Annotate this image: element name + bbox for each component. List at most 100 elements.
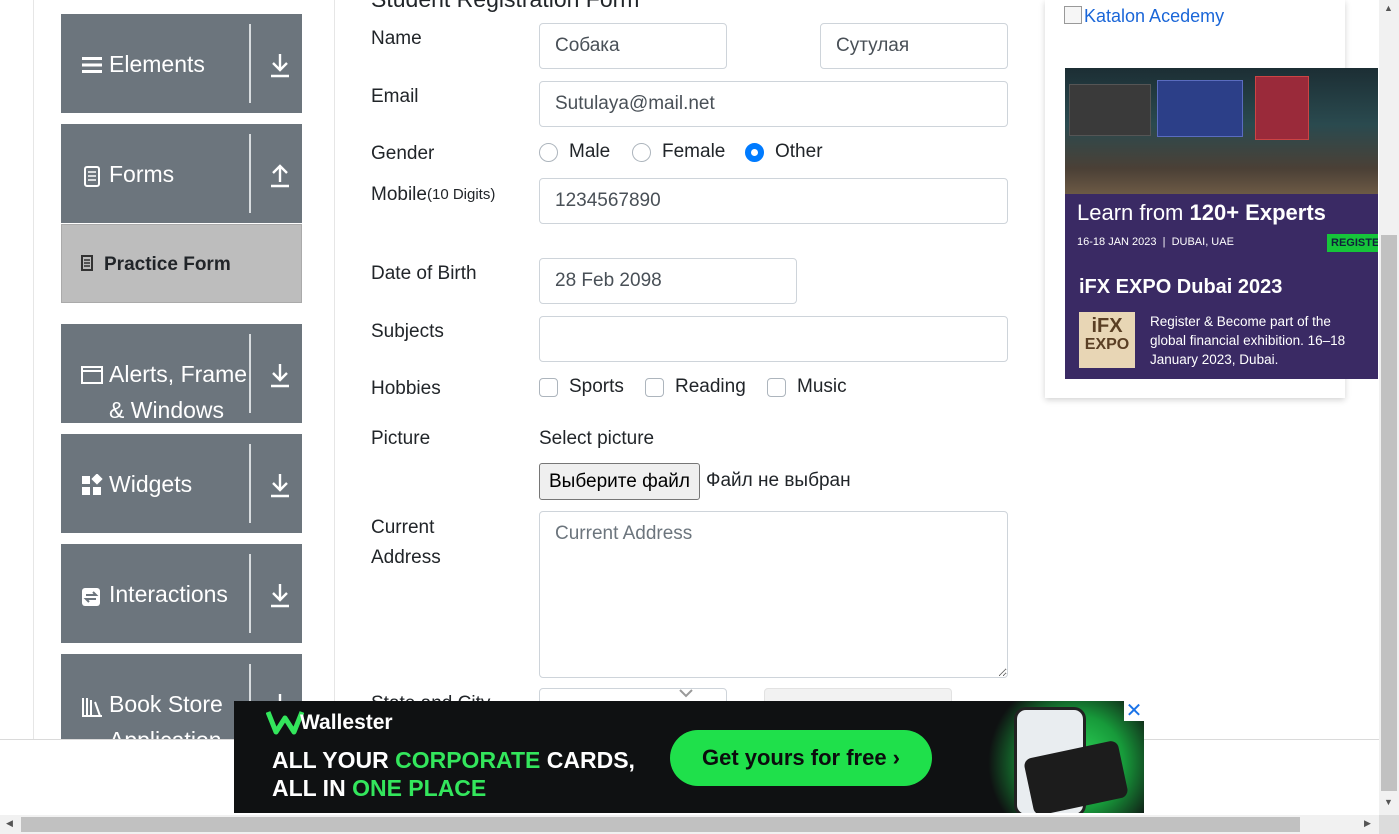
radio-circle-checked[interactable] xyxy=(745,143,764,162)
arrow-down-icon[interactable] xyxy=(267,50,293,80)
menu-icon xyxy=(82,57,102,73)
arrow-down-icon[interactable] xyxy=(267,360,293,390)
katalon-link-text: Katalon Acedemy xyxy=(1084,6,1225,26)
register-badge[interactable]: REGISTER xyxy=(1327,234,1378,252)
scroll-right-arrow-icon[interactable]: ▶ xyxy=(1364,818,1371,829)
gender-label: Gender xyxy=(371,143,435,164)
logo-line: iFX xyxy=(1091,315,1123,337)
interactions-icon xyxy=(82,588,100,606)
ad-line-2: ALL IN ONE PLACE xyxy=(272,775,486,802)
arrow-down-icon[interactable] xyxy=(267,470,293,500)
divider xyxy=(249,444,251,523)
dob-label: Date of Birth xyxy=(371,263,477,284)
radio-label: Female xyxy=(662,141,726,162)
scroll-up-arrow-icon[interactable]: ▲ xyxy=(1384,3,1393,13)
divider xyxy=(249,24,251,103)
ad-text: CARDS, xyxy=(540,747,635,773)
mobile-input[interactable] xyxy=(539,178,1008,224)
arrow-up-icon[interactable] xyxy=(267,160,293,190)
scroll-left-arrow-icon[interactable]: ◀ xyxy=(6,818,13,829)
ad-text: ALL YOUR xyxy=(272,747,396,773)
sidebar-group-elements[interactable]: Elements xyxy=(61,14,302,113)
date-of-birth-input[interactable] xyxy=(539,258,797,304)
hobbies-label: Hobbies xyxy=(371,378,441,399)
checkbox-label: Sports xyxy=(569,376,624,397)
form-title: Student Registration Form xyxy=(371,0,639,13)
checkbox-label: Music xyxy=(797,376,847,397)
checkbox-box[interactable] xyxy=(767,378,786,397)
get-yours-button[interactable]: Get yours for free › xyxy=(670,730,932,786)
divider xyxy=(249,554,251,633)
stage-screen xyxy=(1157,80,1243,137)
ad-brand: Wallester xyxy=(300,711,393,734)
scrollbar-thumb[interactable] xyxy=(1381,235,1397,791)
current-address-label: Current Address xyxy=(371,513,441,573)
sidebar: Elements Forms Practice Form Alerts, Fra… xyxy=(33,0,335,740)
radio-circle[interactable] xyxy=(539,143,558,162)
ad-text: ALL IN xyxy=(272,775,353,801)
mobile-label: Mobile(10 Digits) xyxy=(371,180,517,210)
checkbox-label: Reading xyxy=(675,376,746,397)
scrollbar-corner xyxy=(1379,815,1399,834)
katalon-ad-link[interactable]: Katalon Acedemy xyxy=(1064,6,1224,27)
sidebar-item-practice-form[interactable]: Practice Form xyxy=(61,224,302,303)
checkbox-box[interactable] xyxy=(539,378,558,397)
arrow-down-icon[interactable] xyxy=(267,580,293,610)
group-header: Book Store Application xyxy=(61,654,249,740)
subjects-input[interactable] xyxy=(539,316,1008,362)
stage-screen xyxy=(1255,76,1309,140)
current-address-textarea[interactable] xyxy=(539,511,1008,678)
ad-line-1: ALL YOUR CORPORATE CARDS, xyxy=(272,747,635,774)
ifx-expo-ad[interactable]: Learn from 120+ Experts 16-18 JAN 2023 |… xyxy=(1065,68,1378,379)
address-label-line: Current xyxy=(371,517,435,538)
ad-highlight: CORPORATE xyxy=(395,747,541,773)
sidebar-group-interactions[interactable]: Interactions xyxy=(61,544,302,643)
broken-image-icon xyxy=(1064,6,1082,24)
name-label: Name xyxy=(371,28,422,49)
form-icon xyxy=(81,255,93,271)
email-input[interactable] xyxy=(539,81,1008,127)
wallester-logo-icon xyxy=(266,711,304,735)
divider xyxy=(249,134,251,213)
radio-circle[interactable] xyxy=(632,143,651,162)
sidebar-group-forms[interactable]: Forms xyxy=(61,124,302,223)
chevron-down-icon xyxy=(679,689,693,698)
ifx-logo: iFX EXPO xyxy=(1079,312,1135,368)
mobile-hint: (10 Digits) xyxy=(426,186,496,203)
select-picture-label: Select picture xyxy=(539,428,655,449)
group-header: Elements xyxy=(61,14,249,113)
ad-heading: Learn from 120+ Experts xyxy=(1077,200,1326,226)
sidebar-group-alerts[interactable]: Alerts, Frame & Windows xyxy=(61,324,302,423)
last-name-input[interactable] xyxy=(820,23,1008,69)
close-ad-icon[interactable]: ✕ xyxy=(1124,701,1144,721)
group-header: Alerts, Frame & Windows xyxy=(61,324,249,423)
file-status: Файл не выбран xyxy=(706,470,851,491)
choose-file-button[interactable]: Выберите файл xyxy=(539,463,700,500)
group-label: Widgets xyxy=(109,471,193,497)
subjects-label: Subjects xyxy=(371,321,444,342)
stage-screen xyxy=(1069,84,1151,136)
horizontal-scrollbar[interactable]: ◀ ▶ xyxy=(0,815,1379,834)
radio-label: Other xyxy=(775,141,823,162)
sidebar-group-widgets[interactable]: Widgets xyxy=(61,434,302,533)
group-header: Forms xyxy=(61,124,249,223)
scroll-down-arrow-icon[interactable]: ▼ xyxy=(1384,797,1393,807)
group-header: Widgets xyxy=(61,434,249,533)
radio-label: Male xyxy=(569,141,611,162)
ad-dates: 16-18 JAN 2023 | DUBAI, UAE xyxy=(1077,236,1234,248)
checkbox-box[interactable] xyxy=(645,378,664,397)
logo-line: EXPO xyxy=(1084,336,1130,353)
first-name-input[interactable] xyxy=(539,23,727,69)
group-header: Interactions xyxy=(61,544,249,643)
sidebar-item-label: Practice Form xyxy=(104,254,231,275)
group-label: Alerts, Frame & Windows xyxy=(109,361,248,423)
scrollbar-thumb[interactable] xyxy=(21,817,1300,832)
phone-cards-image xyxy=(976,701,1144,813)
ad-description: Register & Become part of the global fin… xyxy=(1150,314,1346,367)
window-icon xyxy=(81,366,103,384)
wallester-ad[interactable]: Wallester ALL YOUR CORPORATE CARDS, ALL … xyxy=(234,701,1144,813)
vertical-scrollbar[interactable]: ▲ ▼ xyxy=(1379,0,1399,815)
heading-bold: 120+ Experts xyxy=(1189,200,1326,225)
books-icon xyxy=(82,698,102,717)
divider xyxy=(249,334,251,413)
